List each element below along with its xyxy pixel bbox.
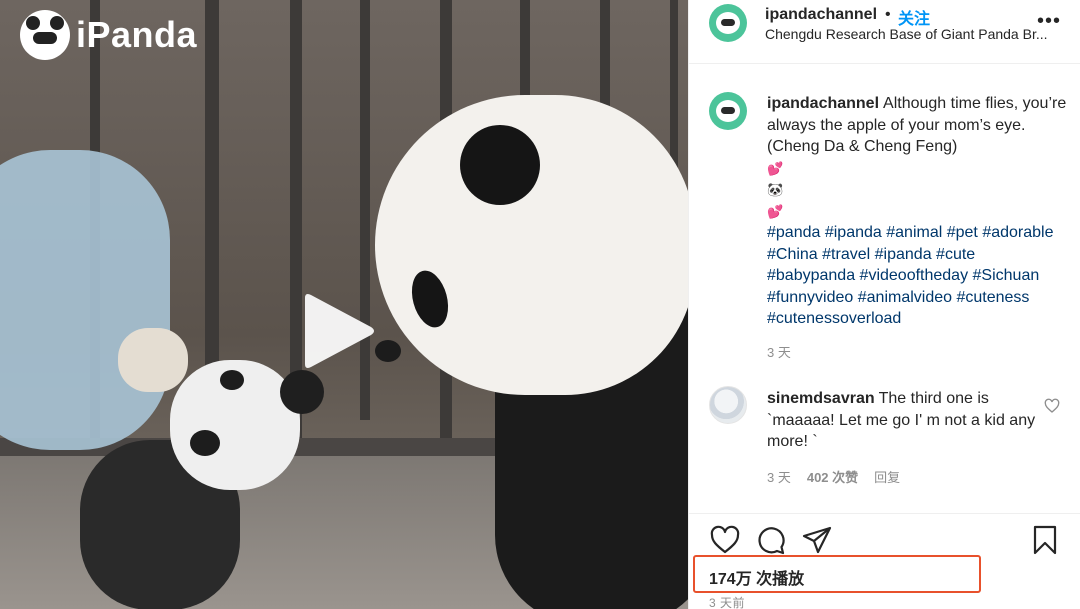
send-icon[interactable] [801, 524, 833, 556]
comment-heart-icon[interactable] [1044, 398, 1060, 414]
comment-avatar[interactable] [709, 386, 747, 424]
ipanda-watermark: iPanda [20, 10, 197, 60]
hashtag-list: #panda #ipanda #animal #pet #adorable #C… [767, 222, 1067, 330]
more-horizontal-icon[interactable]: ••• [1037, 10, 1061, 33]
comment-username[interactable]: sinemdsavran [767, 390, 875, 407]
video-player[interactable]: iPanda [0, 0, 688, 609]
post-caption: ipandachannel Although time flies, you’re… [767, 93, 1067, 330]
hashtag-link[interactable]: #cutenessoverload [767, 310, 901, 327]
hashtag-link[interactable]: #Sichuan [973, 267, 1040, 284]
hashtag-link[interactable]: #videooftheday [860, 267, 969, 284]
comment-icon[interactable] [755, 524, 787, 556]
hashtag-link[interactable]: #ipanda [825, 224, 882, 241]
hashtag-link[interactable]: #animalvideo [858, 289, 952, 306]
post-panel: ipandachannel • 关注 Chengdu Research Base… [688, 0, 1080, 609]
action-bar [709, 524, 1061, 558]
heart-icon[interactable] [709, 524, 741, 556]
separator-dot: • [885, 6, 891, 23]
play-icon [305, 294, 374, 368]
caption-avatar[interactable] [709, 92, 747, 130]
avatar[interactable] [709, 4, 747, 42]
adult-panda [375, 95, 688, 609]
caption-age: 3 天 [767, 345, 791, 360]
comment-item: sinemdsavran The third one is `maaaaa! Le… [767, 388, 1037, 453]
panda-logo-icon [20, 10, 70, 60]
comment-age: 3 天 [767, 470, 791, 485]
watermark-text: iPanda [76, 14, 198, 55]
hashtag-link[interactable]: #cuteness [956, 289, 1029, 306]
post-timestamp[interactable]: 3 天前 [709, 594, 745, 609]
hashtag-link[interactable]: #adorable [982, 224, 1053, 241]
view-count[interactable]: 174万 次播放 [709, 565, 804, 589]
hashtag-link[interactable]: #ipanda [875, 246, 932, 263]
hashtag-link[interactable]: #travel [822, 246, 870, 263]
hashtag-link[interactable]: #panda [767, 224, 820, 241]
divider [689, 513, 1080, 514]
hashtag-link[interactable]: #cute [936, 246, 975, 263]
caption-emoji: 💕 [767, 160, 784, 176]
comment-meta: 3 天 402 次赞 回复 [767, 467, 900, 486]
hashtag-link[interactable]: #babypanda [767, 267, 855, 284]
caption-emoji: 🐼 [767, 182, 784, 197]
keeper-hand [118, 328, 188, 392]
hashtag-link[interactable]: #funnyvideo [767, 289, 853, 306]
header-username[interactable]: ipandachannel [765, 6, 877, 24]
bookmark-icon[interactable] [1029, 524, 1061, 556]
location-link[interactable]: Chengdu Research Base of Giant Panda Br.… [765, 26, 1065, 42]
reply-button[interactable]: 回复 [874, 467, 900, 486]
play-button[interactable] [297, 292, 377, 370]
post-header: ipandachannel • 关注 Chengdu Research Base… [689, 0, 1080, 64]
caption-emoji: 💕 [767, 203, 784, 219]
hashtag-link[interactable]: #pet [947, 224, 978, 241]
hashtag-link[interactable]: #China [767, 246, 818, 263]
hashtag-link[interactable]: #animal [886, 224, 942, 241]
comment-likes[interactable]: 402 次赞 [807, 467, 858, 486]
caption-username[interactable]: ipandachannel [767, 95, 879, 112]
